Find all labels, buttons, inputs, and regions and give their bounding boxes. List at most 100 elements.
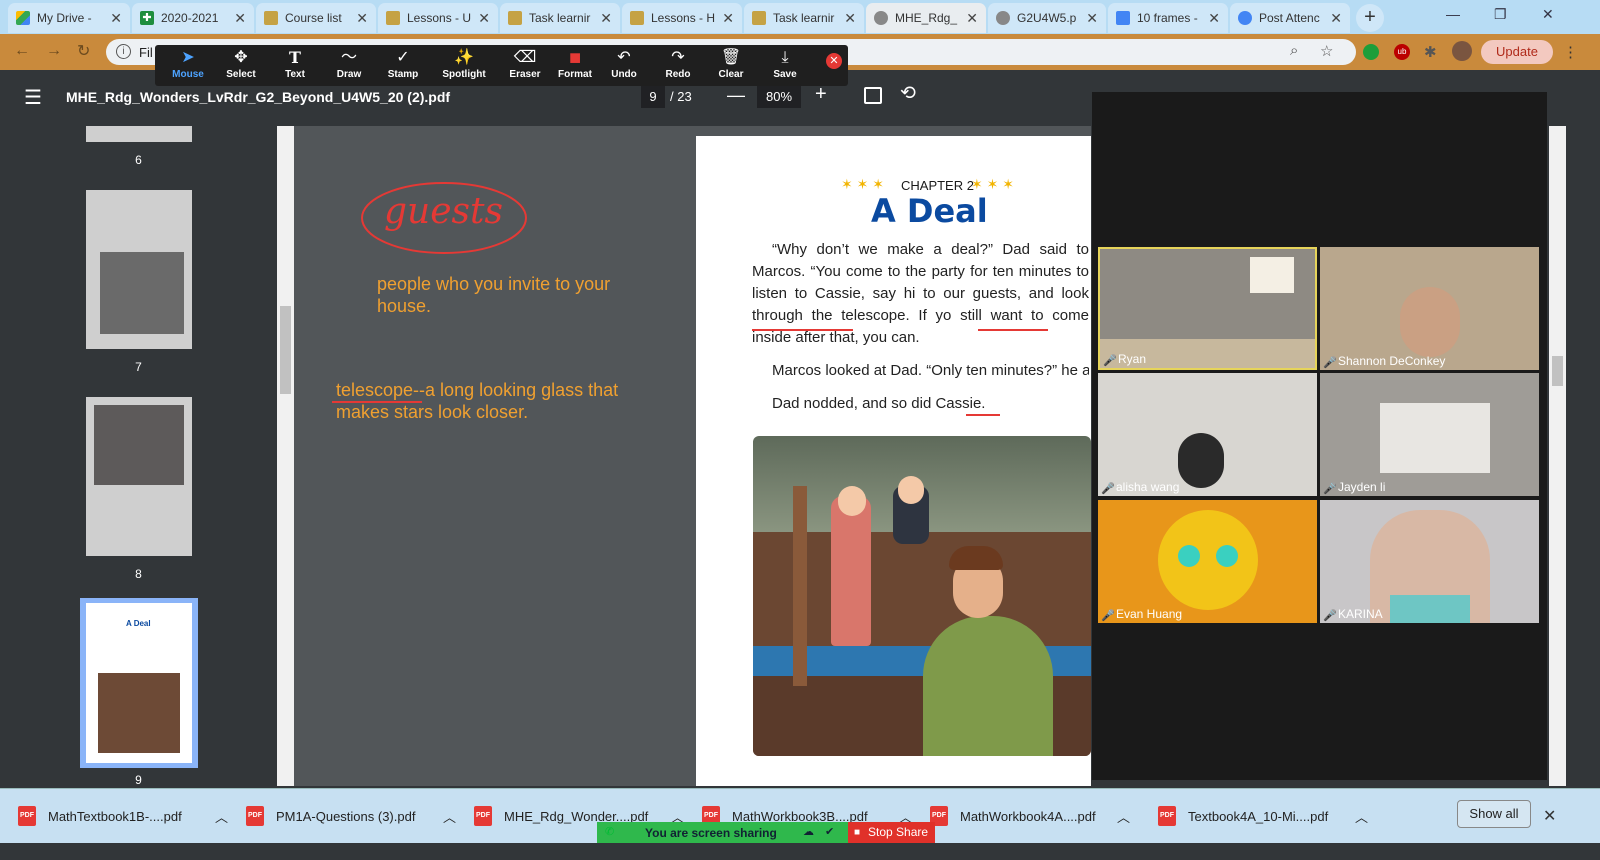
download-item[interactable]: PDF PM1A-Questions (3).pdf ︿ — [246, 804, 456, 828]
phone-icon: ✆ — [605, 826, 615, 838]
tool-select[interactable]: ✥ Select — [214, 45, 268, 86]
tool-draw[interactable]: 〜 Draw — [322, 45, 376, 86]
zoom-in-icon[interactable]: + — [815, 83, 827, 106]
download-item[interactable]: PDF MathTextbook1B-....pdf ︿ — [18, 804, 228, 828]
thumbnail-sidebar: 6 7 8 A Deal 9 — [0, 126, 277, 786]
tool-text[interactable]: T Text — [268, 45, 322, 86]
tool-eraser[interactable]: ⌫ Eraser — [498, 45, 552, 86]
stop-share-button[interactable]: ■ Stop Share — [848, 822, 935, 843]
tab[interactable]: Task learnir ✕ — [744, 3, 864, 33]
profile-avatar[interactable] — [1452, 41, 1472, 61]
tab[interactable]: ✚ 2020-2021 ✕ — [132, 3, 254, 33]
minimize-icon[interactable]: — — [1446, 6, 1460, 22]
extension-ublock-icon[interactable]: ub — [1394, 44, 1410, 60]
close-tab-icon[interactable]: ✕ — [1086, 10, 1098, 27]
pdf-file-icon: PDF — [246, 806, 264, 826]
tool-spotlight[interactable]: ✨ Spotlight — [437, 45, 491, 86]
annotation-underline — [752, 329, 853, 331]
participant-video-tile[interactable]: 🎤 Jayden li — [1320, 373, 1539, 496]
close-toolbar-icon[interactable]: ✕ — [826, 53, 842, 69]
paragraph-2: Marcos looked at Dad. “Only ten minutes?… — [772, 362, 1089, 379]
hamburger-menu-icon[interactable]: ☰ — [24, 85, 42, 110]
participant-video-tile[interactable]: 🎤 alisha wang — [1098, 373, 1317, 496]
scrollbar-thumb[interactable] — [1552, 356, 1563, 386]
close-tab-icon[interactable]: ✕ — [234, 10, 246, 27]
chevron-up-icon[interactable]: ︿ — [443, 807, 456, 826]
tab-active[interactable]: MHE_Rdg_ ✕ — [866, 3, 986, 33]
participant-video-tile[interactable]: 🎤 KARINA — [1320, 500, 1539, 623]
thumbnail-page[interactable] — [86, 126, 192, 142]
maximize-icon[interactable]: ❐ — [1494, 6, 1507, 23]
close-tab-icon[interactable]: ✕ — [722, 10, 734, 27]
close-window-icon[interactable]: ✕ — [1542, 6, 1554, 23]
pdf-title: MHE_Rdg_Wonders_LvRdr_G2_Beyond_U4W5_20 … — [66, 89, 451, 105]
mic-muted-icon: 🎤 — [1323, 482, 1337, 495]
tab[interactable]: Lessons - U ✕ — [378, 3, 498, 33]
show-all-button[interactable]: Show all — [1457, 800, 1531, 828]
tool-save[interactable]: ⤓ Save — [758, 45, 812, 86]
page-total: / 23 — [670, 89, 692, 104]
close-tab-icon[interactable]: ✕ — [110, 10, 122, 27]
tool-undo[interactable]: ↶ Undo — [597, 45, 651, 86]
tool-redo[interactable]: ↷ Redo — [651, 45, 705, 86]
participant-video-tile[interactable]: 🎤 Evan Huang — [1098, 500, 1317, 623]
update-button[interactable]: Update — [1481, 40, 1553, 64]
tab[interactable]: Course list ✕ — [256, 3, 376, 33]
extensions-puzzle-icon[interactable]: ✱ — [1424, 43, 1437, 61]
close-tab-icon[interactable]: ✕ — [600, 10, 612, 27]
cloud-icon: ☁ — [803, 826, 814, 838]
menu-kebab-icon[interactable]: ⋮ — [1563, 43, 1578, 61]
globe-icon — [874, 11, 888, 25]
download-item[interactable]: PDF MathWorkbook4A....pdf ︿ — [930, 804, 1130, 828]
close-tab-icon[interactable]: ✕ — [1330, 10, 1342, 27]
thumbnail-page[interactable] — [86, 190, 192, 349]
chevron-up-icon[interactable]: ︿ — [1355, 807, 1368, 826]
tool-stamp[interactable]: ✓ Stamp — [376, 45, 430, 86]
close-tab-icon[interactable]: ✕ — [1208, 10, 1220, 27]
download-item[interactable]: PDF Textbook4A_10-Mi....pdf ︿ — [1158, 804, 1368, 828]
zoom-magnifier-icon[interactable]: ⌕ — [1290, 42, 1298, 59]
participant-video-tile[interactable]: 🎤 Ryan — [1098, 247, 1317, 370]
page-scrollbar[interactable] — [1549, 126, 1566, 786]
tool-mouse[interactable]: ➤ Mouse — [161, 45, 215, 86]
close-tab-icon[interactable]: ✕ — [478, 10, 490, 27]
participant-video-tile[interactable]: 🎤 Shannon DeConkey — [1320, 247, 1539, 370]
tool-format[interactable]: ■ Format — [548, 45, 602, 86]
tab[interactable]: 10 frames - ✕ — [1108, 3, 1228, 33]
reload-icon[interactable]: ↻ — [77, 41, 90, 61]
pdf-file-icon: PDF — [1158, 806, 1176, 826]
thumbnail-scrollbar[interactable] — [277, 126, 294, 786]
chevron-up-icon[interactable]: ︿ — [1117, 807, 1130, 826]
thumbnail-page-current[interactable]: A Deal — [86, 603, 192, 763]
tab[interactable]: G2U4W5.p ✕ — [988, 3, 1106, 33]
tab[interactable]: Post Attenc ✕ — [1230, 3, 1350, 33]
docs-icon — [1116, 11, 1130, 25]
thumbnail-page[interactable] — [86, 397, 192, 556]
scrollbar-thumb[interactable] — [280, 306, 291, 394]
move-icon: ✥ — [234, 49, 248, 66]
close-tab-icon[interactable]: ✕ — [966, 10, 978, 27]
info-icon[interactable]: i — [116, 44, 131, 59]
course-icon — [752, 11, 766, 25]
extension-green-icon[interactable] — [1363, 44, 1379, 60]
tab[interactable]: Task learnir ✕ — [500, 3, 620, 33]
format-icon: ■ — [568, 47, 582, 69]
tab[interactable]: Lessons - H ✕ — [622, 3, 742, 33]
chevron-up-icon[interactable]: ︿ — [215, 807, 228, 826]
pdf-file-icon: PDF — [18, 806, 36, 826]
rotate-icon[interactable]: ⟲ — [900, 82, 916, 105]
close-tab-icon[interactable]: ✕ — [844, 10, 856, 27]
tool-clear[interactable]: 🗑 Clear — [704, 45, 758, 86]
close-download-bar-icon[interactable]: ✕ — [1543, 806, 1556, 826]
close-tab-icon[interactable]: ✕ — [356, 10, 368, 27]
page-number-input[interactable]: 9 — [641, 86, 665, 108]
tab[interactable]: My Drive - ✕ — [8, 3, 130, 33]
new-tab-button[interactable]: + — [1356, 4, 1384, 32]
back-icon[interactable]: ← — [14, 42, 30, 60]
zoom-level-input[interactable]: 80% — [757, 86, 801, 108]
fit-page-icon[interactable] — [864, 87, 882, 104]
bookmark-star-icon[interactable]: ☆ — [1320, 42, 1333, 60]
spotlight-icon: ✨ — [454, 49, 474, 66]
forward-icon[interactable]: → — [46, 42, 62, 60]
zoom-out-icon[interactable]: — — [727, 85, 745, 106]
